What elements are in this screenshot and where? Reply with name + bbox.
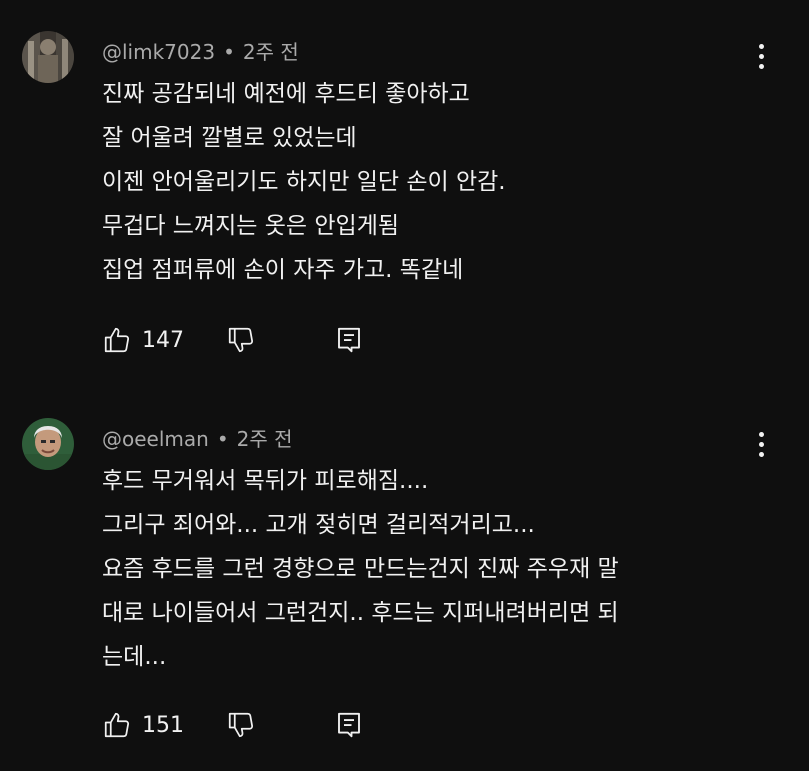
meta-separator: •: [216, 427, 229, 451]
comment-line: 대로 나이들어서 그런건지.. 후드는 지퍼내려버리면 되: [102, 600, 619, 626]
reply-icon: [334, 325, 364, 355]
comment-line: 집업 점퍼류에 손이 자주 가고. 똑같네: [102, 257, 464, 283]
author-handle[interactable]: @oeelman: [102, 427, 209, 451]
comment-line: 는데...: [102, 644, 167, 670]
thumb-up-icon: [102, 325, 132, 355]
dislike-button[interactable]: [226, 705, 256, 745]
comment-line: 진짜 공감되네 예전에 후드티 좋아하고: [102, 81, 470, 107]
thumb-up-icon: [102, 710, 132, 740]
like-count: 147: [142, 327, 184, 353]
dislike-button[interactable]: [226, 320, 256, 360]
comment-line: 무겁다 느껴지는 옷은 안입게됨: [102, 213, 400, 239]
comment-meta: @limk7023 • 2주 전: [102, 36, 299, 65]
comment-line: 이젠 안어울리기도 하지만 일단 손이 안감.: [102, 169, 506, 195]
comment-time[interactable]: 2주 전: [237, 427, 293, 451]
comment-meta: @oeelman • 2주 전: [102, 423, 293, 452]
like-button[interactable]: 147: [102, 320, 184, 360]
comment-text: 후드 무거워서 목뒤가 피로해짐.... 그리구 죄어와... 고개 젖히면 걸…: [102, 459, 619, 679]
comment-line: 잘 어울려 깔별로 있었는데: [102, 125, 357, 151]
reply-icon: [334, 710, 364, 740]
thumb-down-icon: [226, 325, 256, 355]
more-vert-icon[interactable]: [748, 40, 776, 74]
comment-time[interactable]: 2주 전: [243, 40, 299, 64]
avatar[interactable]: [22, 31, 74, 83]
author-handle[interactable]: @limk7023: [102, 40, 215, 64]
comment-line: 후드 무거워서 목뒤가 피로해짐....: [102, 468, 429, 494]
comment-line: 그리구 죄어와... 고개 젖히면 걸리적거리고...: [102, 512, 535, 538]
comment-line: 요즘 후드를 그런 경향으로 만드는건지 진짜 주우재 말: [102, 556, 619, 582]
like-button[interactable]: 151: [102, 705, 184, 745]
comment-text: 진짜 공감되네 예전에 후드티 좋아하고 잘 어울려 깔별로 있었는데 이젠 안…: [102, 72, 506, 292]
thumb-down-icon: [226, 710, 256, 740]
more-vert-icon[interactable]: [748, 428, 776, 462]
reply-button[interactable]: [334, 705, 364, 745]
meta-separator: •: [223, 40, 235, 64]
like-count: 151: [142, 712, 184, 738]
avatar[interactable]: [22, 418, 74, 470]
reply-button[interactable]: [334, 320, 364, 360]
